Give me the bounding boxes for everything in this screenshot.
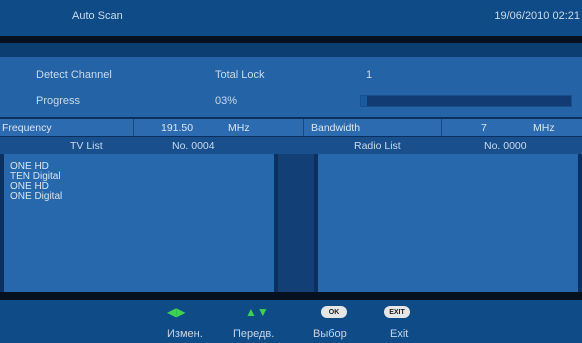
bandwidth-value: 7 [481,122,487,134]
radio-list-count: No. 0000 [484,140,527,152]
left-right-arrows-icon: ◀▶ [167,305,186,319]
datetime: 19/06/2010 02:21 [494,10,580,22]
bandwidth-unit: MHz [533,122,555,134]
header-band [0,43,582,57]
detect-channel-label: Detect Channel [36,69,112,81]
frequency-row: Frequency 191.50 MHz Bandwidth 7 MHz [0,119,582,136]
ok-button[interactable]: OK [321,306,347,318]
select-label: Выбор [313,328,347,340]
frequency-unit: MHz [228,122,250,134]
title-bar: Auto Scan 19/06/2010 02:21 [0,0,582,36]
radio-channel-list[interactable] [318,154,578,292]
progress-bar [360,95,572,107]
total-lock-value: 1 [366,69,373,81]
exit-label: Exit [390,328,409,340]
radio-list-label: Radio List [354,140,401,152]
frequency-value: 191.50 [161,122,194,134]
scan-status-panel: Detect Channel Total Lock 1 Progress 03% [0,57,582,117]
move-key[interactable]: ▲▼ Передв. [233,305,274,340]
bandwidth-label-cell: Bandwidth [303,119,442,136]
divider [0,292,582,300]
list-header-row: TV List No. 0004 Radio List No. 0000 [0,137,582,154]
tv-channel-list[interactable]: ONE HD TEN Digital ONE HD ONE Digital [4,154,274,292]
progress-label: Progress [36,95,81,107]
frequency-label-cell: Frequency [0,119,134,136]
tv-list-count: No. 0004 [172,140,215,152]
total-lock-label: Total Lock [215,69,265,81]
progress-fill [361,96,368,106]
up-down-arrows-icon: ▲▼ [245,305,269,319]
tv-list-label: TV List [70,140,103,152]
window-title: Auto Scan [72,10,123,22]
progress-percent: 03% [215,95,238,107]
divider [0,36,582,43]
frequency-value-cell: 191.50 MHz [133,119,304,136]
change-key[interactable]: ◀▶ Измен. [167,305,203,340]
bandwidth-value-cell: 7 MHz [441,119,582,136]
change-label: Измен. [167,328,203,340]
exit-key[interactable]: EXIT Exit [384,306,410,340]
exit-button[interactable]: EXIT [384,306,410,318]
frequency-label: Frequency [2,122,52,134]
ok-key[interactable]: OK Выбор [313,306,347,340]
list-item[interactable]: ONE Digital [10,192,62,202]
list-separator [278,154,314,292]
move-label: Передв. [233,328,275,340]
bandwidth-label: Bandwidth [311,122,361,134]
footer-keys: ◀▶ Измен. ▲▼ Передв. OK Выбор EXIT Exit [0,300,582,343]
